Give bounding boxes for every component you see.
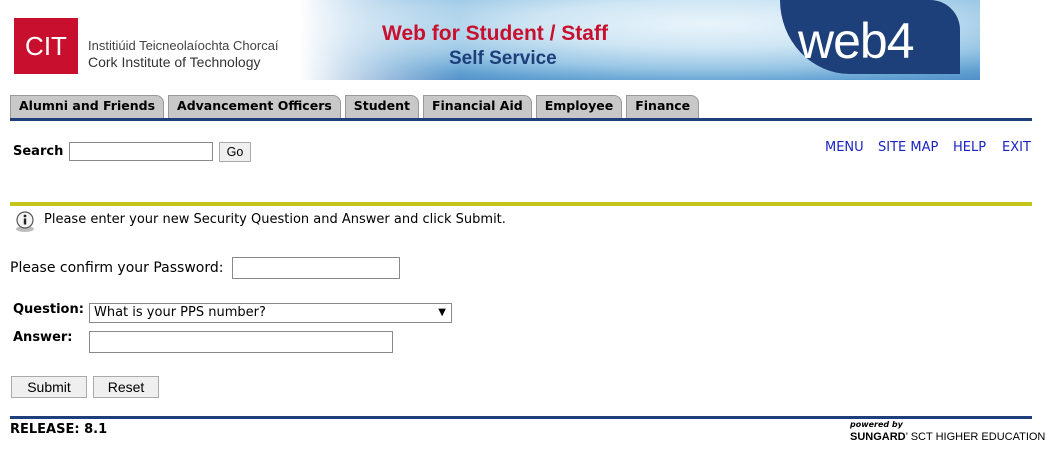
vendor-name: SUNGARD [850, 431, 906, 443]
institute-name-irish: Institiúid Teicneolaíochta Chorcaí [88, 38, 279, 53]
password-label: Please confirm your Password: [10, 260, 224, 276]
answer-label: Answer: [13, 330, 73, 345]
footer-divider [10, 416, 1032, 419]
banner-subtitle: Self Service [449, 48, 557, 69]
info-icon [16, 211, 34, 232]
main-tabs: Alumni and Friends Advancement Officers … [10, 94, 703, 118]
banner-title: Web for Student / Staff [382, 22, 608, 45]
answer-field[interactable] [89, 331, 393, 353]
menu-link[interactable]: MENU [825, 140, 864, 155]
help-link[interactable]: HELP [953, 140, 986, 155]
vendor-logo: SUNGARD’ SCT HIGHER EDUCATION [850, 431, 1046, 443]
tab-finance[interactable]: Finance [626, 95, 700, 118]
reset-button[interactable]: Reset [93, 376, 159, 398]
tab-employee[interactable]: Employee [535, 95, 623, 118]
password-field[interactable] [232, 257, 400, 279]
tabs-divider [10, 118, 1032, 121]
web4-logo: web4 [798, 13, 915, 69]
tab-student[interactable]: Student [344, 95, 419, 118]
question-select[interactable]: What is your PPS number? ▼ [89, 303, 452, 323]
header-banner: CIT Institiúid Teicneolaíochta Chorcaí C… [0, 0, 1050, 80]
tab-financial-aid[interactable]: Financial Aid [422, 95, 532, 118]
release-version: RELEASE: 8.1 [10, 422, 108, 437]
section-divider [10, 202, 1032, 206]
info-message: Please enter your new Security Question … [44, 212, 506, 227]
submit-button[interactable]: Submit [11, 376, 87, 398]
vendor-tail: SCT HIGHER EDUCATION [910, 431, 1046, 443]
powered-by-label: powered by [850, 420, 903, 429]
dropdown-arrow-icon: ▼ [438, 307, 446, 318]
exit-link[interactable]: EXIT [1002, 140, 1031, 155]
question-selected-value: What is your PPS number? [94, 305, 266, 320]
cit-logo: CIT [14, 18, 78, 74]
search-label: Search [13, 144, 64, 159]
site-map-link[interactable]: SITE MAP [878, 140, 938, 155]
question-label: Question: [13, 302, 84, 317]
tab-alumni-and-friends[interactable]: Alumni and Friends [10, 95, 165, 118]
tab-advancement-officers[interactable]: Advancement Officers [168, 95, 341, 118]
institute-name-english: Cork Institute of Technology [88, 54, 261, 70]
search-input[interactable] [69, 142, 213, 161]
go-button[interactable]: Go [219, 142, 251, 162]
